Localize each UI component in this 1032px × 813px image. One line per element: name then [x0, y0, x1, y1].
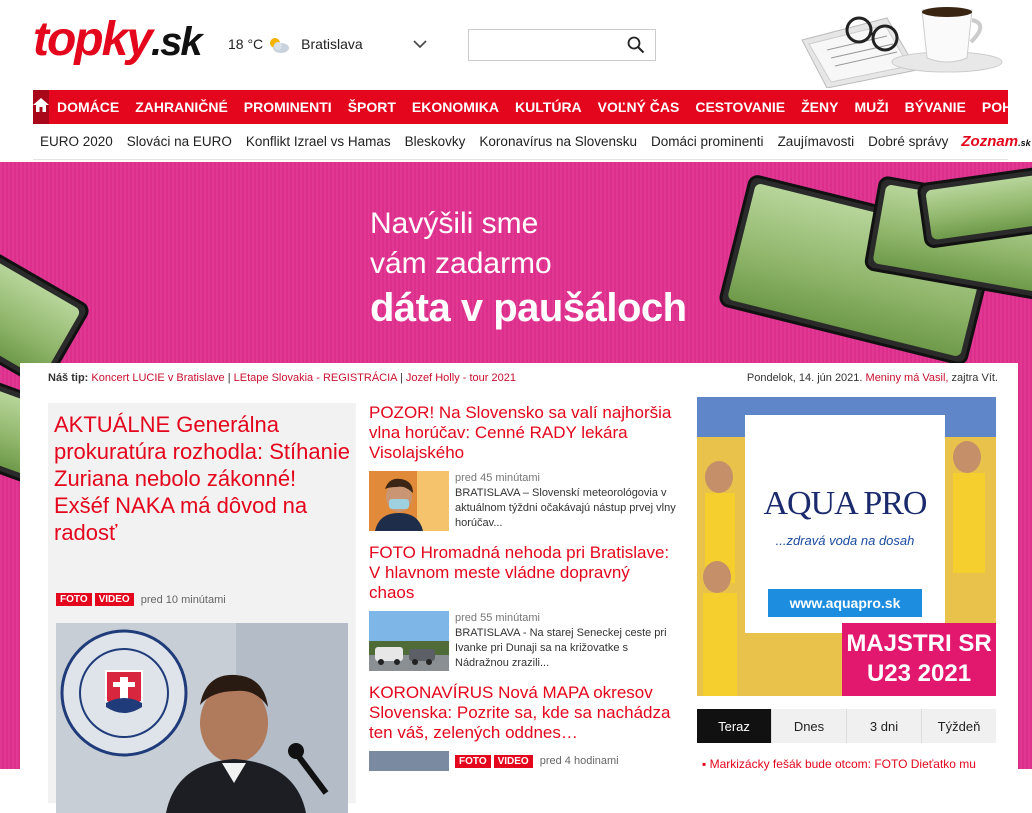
lead-article-image[interactable]: [56, 623, 348, 813]
tip-link-letape[interactable]: LEtape Slovakia - REGISTRÁCIA: [234, 372, 397, 384]
tag-video: VIDEO: [493, 754, 533, 768]
article-perex: BRATISLAVA - Na starej Seneckej ceste pr…: [455, 627, 667, 669]
article-tags: FOTO VIDEO pred 4 hodinami: [455, 754, 619, 768]
tag-foto: FOTO: [455, 754, 491, 768]
main-nav: DOMÁCE ZAHRANIČNÉ PROMINENTI ŠPORT EKONO…: [33, 90, 1032, 124]
chevron-down-icon[interactable]: [413, 36, 427, 52]
subnav-item-zaujimavosti[interactable]: Zaujímavosti: [778, 134, 855, 149]
article-title[interactable]: KORONAVÍRUS Nová MAPA okresov Slovenska:…: [369, 683, 679, 743]
article-time: pred 55 minútami: [455, 612, 540, 624]
nav-item-pohodo[interactable]: POHODO: [982, 99, 1032, 115]
nav-item-kultura[interactable]: KULTÚRA: [515, 99, 582, 115]
zoznam-logo[interactable]: Zoznam.sk: [961, 133, 1030, 150]
subnav-item-konflikt[interactable]: Konflikt Izrael vs Hamas: [246, 134, 391, 149]
nav-item-muzi[interactable]: MUŽI: [854, 99, 888, 115]
trending-tabs: Teraz Dnes 3 dni Týždeň: [697, 709, 996, 743]
search-icon[interactable]: [627, 36, 645, 59]
article-perex: BRATISLAVA – Slovenskí meteorológovia v …: [455, 487, 676, 529]
aquapro-url-button[interactable]: www.aquapro.sk: [768, 589, 922, 617]
article-thumbnail[interactable]: [369, 611, 449, 671]
lead-article-title[interactable]: AKTUÁLNE Generálna prokuratúra rozhodla:…: [54, 411, 350, 546]
banner-text: Navýšili sme vám zadarmo dáta v paušáloc…: [370, 207, 687, 330]
article-title[interactable]: FOTO Hromadná nehoda pri Bratislave: V h…: [369, 543, 679, 603]
main-content: Náš tip: Koncert LUCIE v Bratislave | LE…: [20, 363, 1018, 813]
nav-item-zeny[interactable]: ŽENY: [801, 99, 838, 115]
partly-cloudy-icon: [267, 36, 290, 53]
search-input[interactable]: [475, 31, 629, 61]
nav-item-sport[interactable]: ŠPORT: [348, 99, 396, 115]
newspaper-coffee-illustration: [797, 0, 1010, 89]
subnav-item-bleskovky[interactable]: Bleskovky: [405, 134, 466, 149]
article-meta: pred 45 minútami BRATISLAVA – Slovenskí …: [455, 471, 679, 531]
tag-foto: FOTO: [56, 593, 92, 606]
article-thumbnail[interactable]: [369, 751, 449, 771]
tip-bar: Náš tip: Koncert LUCIE v Bratislave | LE…: [48, 372, 516, 384]
lead-article[interactable]: AKTUÁLNE Generálna prokuratúra rozhodla:…: [48, 403, 356, 813]
lead-article-tags: FOTO VIDEO pred 10 minútami: [56, 593, 226, 606]
tip-link-lucie[interactable]: Koncert LUCIE v Bratislave: [91, 372, 224, 384]
home-icon: [33, 97, 49, 117]
sub-nav: EURO 2020 Slováci na EURO Konflikt Izrae…: [33, 124, 1031, 160]
weather-temp: 18 °C: [228, 36, 264, 52]
nav-item-domace[interactable]: DOMÁCE: [57, 99, 119, 115]
article-list: POZOR! Na Slovensko sa valí najhoršia vl…: [369, 403, 679, 771]
date-bar: Pondelok, 14. jún 2021. Meniny má Vasil,…: [746, 372, 998, 384]
subnav-item-euro-2020[interactable]: EURO 2020: [40, 134, 113, 149]
subnav-item-koronavirus[interactable]: Koronavírus na Slovensku: [479, 134, 637, 149]
home-button[interactable]: [33, 90, 49, 124]
aquapro-card: AQUA PRO ...zdravá voda na dosah www.aqu…: [745, 415, 945, 633]
tip-link-holly[interactable]: Jozef Holly - tour 2021: [406, 372, 516, 384]
subnav-item-domaci-prominenti[interactable]: Domáci prominenti: [651, 134, 764, 149]
tab-dnes[interactable]: Dnes: [771, 709, 846, 743]
article-time: pred 10 minútami: [140, 593, 226, 606]
article-meta: pred 55 minútami BRATISLAVA - Na starej …: [455, 611, 679, 671]
article-item[interactable]: KORONAVÍRUS Nová MAPA okresov Slovenska:…: [369, 683, 679, 771]
meniny-link[interactable]: Meniny má Vasil,: [866, 372, 949, 384]
article-thumbnail[interactable]: [369, 471, 449, 531]
site-logo[interactable]: topky.sk: [33, 14, 203, 68]
article-title[interactable]: POZOR! Na Slovensko sa valí najhoršia vl…: [369, 403, 679, 463]
search-box: [468, 29, 656, 61]
nav-item-ekonomika[interactable]: EKONOMIKA: [412, 99, 499, 115]
nav-item-prominenti[interactable]: PROMINENTI: [244, 99, 332, 115]
aquapro-advert[interactable]: AQUA PRO ...zdravá voda na dosah www.aqu…: [697, 397, 996, 696]
site-header: topky.sk 18 °C Bratislava: [0, 0, 1032, 90]
tab-teraz[interactable]: Teraz: [697, 709, 771, 743]
nav-item-byvanie[interactable]: BÝVANIE: [905, 99, 966, 115]
tag-video: VIDEO: [94, 593, 134, 606]
weather-city: Bratislava: [301, 36, 363, 52]
aquapro-slogan: ...zdravá voda na dosah: [775, 533, 915, 548]
aquapro-logo: AQUA PRO: [763, 485, 928, 522]
subnav-item-slovaci-na-euro[interactable]: Slováci na EURO: [127, 134, 232, 149]
article-item[interactable]: FOTO Hromadná nehoda pri Bratislave: V h…: [369, 543, 679, 671]
nav-item-volny-cas[interactable]: VOĽNÝ ČAS: [598, 99, 680, 115]
nav-item-zahranicne[interactable]: ZAHRANIČNÉ: [135, 99, 228, 115]
tab-3-dni[interactable]: 3 dni: [846, 709, 921, 743]
ad-champions-badge: MAJSTRI SR U23 2021: [842, 623, 996, 696]
nav-item-cestovanie[interactable]: CESTOVANIE: [695, 99, 785, 115]
tab-tyzden[interactable]: Týždeň: [921, 709, 996, 743]
article-item[interactable]: POZOR! Na Slovensko sa valí najhoršia vl…: [369, 403, 679, 531]
subnav-item-dobre-spravy[interactable]: Dobré správy: [868, 134, 948, 149]
article-time: pred 45 minútami: [455, 472, 540, 484]
article-time: pred 4 hodinami: [539, 755, 619, 767]
weather-widget[interactable]: 18 °C Bratislava: [228, 36, 427, 53]
